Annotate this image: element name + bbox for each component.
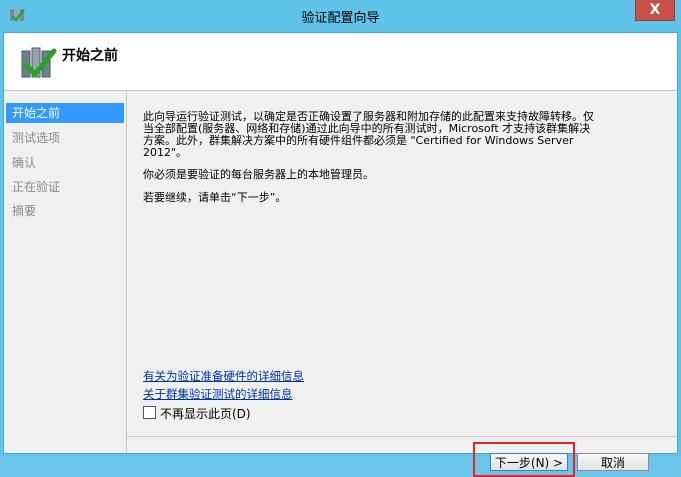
step-validating[interactable]: 正在验证 (6, 177, 124, 197)
title-bar[interactable]: 验证配置向导 X (0, 0, 681, 32)
dont-show-again-label: 不再显示此页(D) (160, 407, 251, 421)
wizard-body: 开始之前 开始之前 测试选项 确认 正在验证 摘要 此向导运行验证测试，以确定是… (3, 32, 678, 477)
intro-text-line-4: 2012"。 (143, 146, 188, 159)
validate-configuration-icon (21, 47, 57, 78)
step-before-you-begin[interactable]: 开始之前 (6, 103, 124, 123)
validation-tests-info-link[interactable]: 关于群集验证测试的详细信息 (143, 386, 293, 402)
wizard-window: 验证配置向导 X 开始之前 开始之前 测试选项 确认 正在验证 摘要 此向导运行… (0, 0, 681, 477)
hardware-info-link[interactable]: 有关为验证准备硬件的详细信息 (143, 368, 304, 384)
main-content: 此向导运行验证测试，以确定是否正确设置了服务器和附加存储的此配置来支持故障转移。… (127, 91, 677, 477)
page-header: 开始之前 (4, 33, 677, 91)
continue-instruction: 若要继续，请单击“下一步”。 (143, 191, 287, 204)
step-confirmation[interactable]: 确认 (6, 153, 124, 173)
admin-requirement-text: 你必须是要验证的每台服务器上的本地管理员。 (143, 168, 374, 181)
step-testing-options[interactable]: 测试选项 (6, 128, 124, 148)
page-title: 开始之前 (62, 48, 118, 64)
dont-show-again-checkbox[interactable] (143, 406, 156, 419)
steps-sidebar: 开始之前 测试选项 确认 正在验证 摘要 (4, 91, 127, 453)
window-title: 验证配置向导 (301, 11, 380, 26)
step-summary[interactable]: 摘要 (6, 201, 124, 221)
button-divider (127, 436, 677, 437)
intro-text-line-3: 方案。此外，群集解决方案中的所有硬件组件都必须是 "Certified for … (143, 134, 574, 147)
close-button[interactable]: X (635, 0, 675, 21)
